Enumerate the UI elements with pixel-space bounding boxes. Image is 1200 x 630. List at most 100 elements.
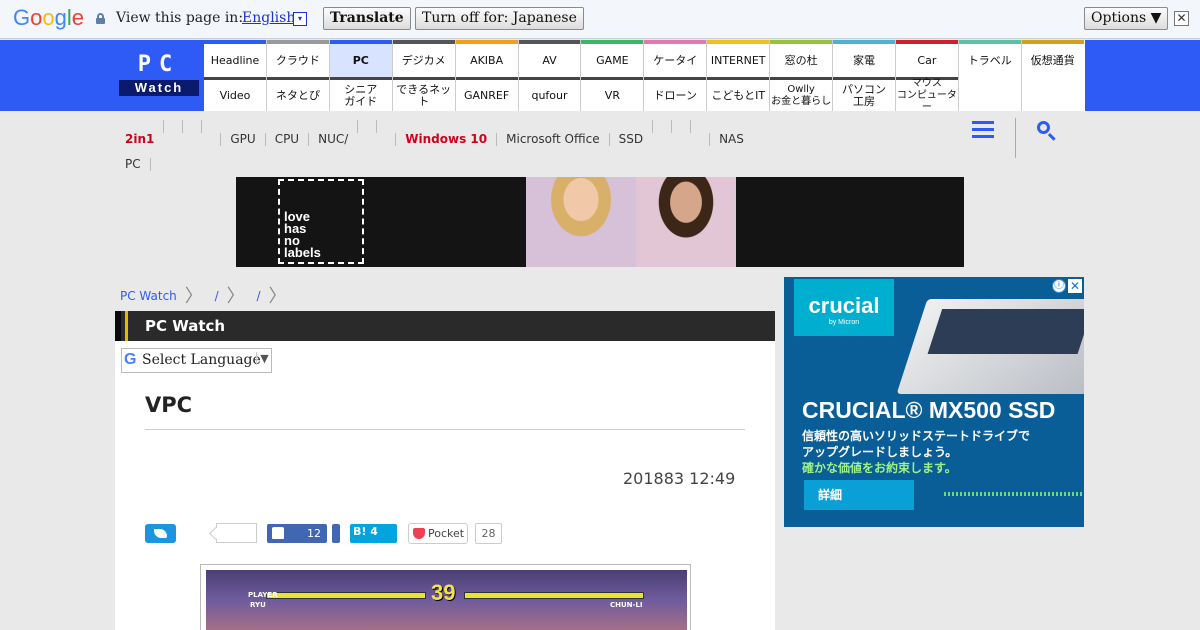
- facebook-like-button[interactable]: 12: [267, 524, 327, 543]
- logo-watch: Watch: [119, 80, 199, 96]
- topic-link[interactable]: PC: [125, 158, 151, 171]
- menu-icon[interactable]: [972, 121, 994, 139]
- nav-item[interactable]: シニア ガイド: [329, 77, 392, 111]
- ad-close-icon[interactable]: ✕: [1068, 279, 1082, 293]
- nav-item[interactable]: マウス コンピューター: [895, 77, 958, 113]
- nav-item[interactable]: 仮想通貨: [1021, 40, 1084, 77]
- google-logo: Google: [13, 5, 85, 30]
- nav-item[interactable]: GAME: [581, 40, 644, 77]
- twitter-share-button[interactable]: [145, 524, 176, 543]
- topic-link[interactable]: [671, 120, 690, 133]
- facebook-count: 12: [307, 527, 321, 540]
- nav-item[interactable]: Car: [895, 40, 958, 77]
- facebook-share-button[interactable]: [332, 524, 340, 543]
- topic-link[interactable]: Windows 10: [395, 133, 496, 146]
- topic-link[interactable]: GPU: [220, 133, 264, 146]
- p2-name: CHUN-LI: [610, 601, 643, 609]
- ad-line-1: 信頼性の高いソリッドステートドライブで: [802, 429, 1031, 443]
- topic-link[interactable]: [163, 120, 182, 133]
- round-timer: 39: [431, 580, 456, 605]
- nav-separator: [265, 40, 267, 111]
- pocket-button[interactable]: Pocket: [408, 523, 468, 544]
- game-screenshot: 39 PLAYER RYU CHUN-LI: [206, 570, 687, 630]
- topic-link[interactable]: [201, 120, 220, 133]
- language-dropdown-icon[interactable]: ▾: [293, 12, 307, 26]
- logo-pc: PC: [137, 52, 181, 77]
- topic-link[interactable]: [357, 120, 376, 133]
- site-logo[interactable]: PC Watch: [119, 52, 199, 96]
- nav-item[interactable]: できるネット: [392, 77, 455, 111]
- nav-item[interactable]: qufour: [518, 77, 581, 111]
- options-button[interactable]: Options ▼: [1084, 7, 1169, 30]
- nav-item[interactable]: VR: [581, 77, 644, 111]
- breadcrumb-link[interactable]: /: [257, 289, 261, 303]
- ad-decoration: [944, 492, 1084, 496]
- ssd-image: [896, 299, 1084, 394]
- article-date: 201883 12:49: [623, 469, 736, 488]
- translate-button[interactable]: Translate: [323, 7, 411, 30]
- lock-icon: [96, 13, 105, 24]
- nav-item[interactable]: クラウド: [266, 40, 329, 77]
- nav-item[interactable]: 窓の杜: [770, 40, 833, 77]
- section-title: PC Watch: [145, 317, 226, 335]
- nav-item[interactable]: パソコン 工房: [833, 77, 895, 111]
- nav-item[interactable]: AKIBA: [455, 40, 518, 77]
- topic-link[interactable]: [182, 120, 201, 133]
- nav-item[interactable]: ケータイ: [644, 40, 707, 77]
- topic-link[interactable]: SSD: [608, 133, 652, 146]
- nav-separator: [1020, 40, 1022, 111]
- nav-item[interactable]: PC: [329, 40, 392, 77]
- banner-child-image: [636, 177, 736, 267]
- nav-separator: [832, 40, 833, 111]
- topic-link[interactable]: CPU: [264, 133, 308, 146]
- nav-item[interactable]: Headline: [204, 40, 266, 77]
- nav-item[interactable]: Video: [204, 77, 266, 111]
- ad-line-3: 確かな価値をお約束します。: [802, 461, 957, 475]
- ad-details-button[interactable]: 詳細: [804, 480, 914, 510]
- topic-link[interactable]: Microsoft Office: [496, 133, 608, 146]
- ad-line-2: アップグレードしましょう。: [802, 445, 958, 459]
- nav-separator: [454, 40, 456, 111]
- nav-separator: [328, 40, 330, 111]
- p1-name: RYU: [250, 601, 266, 609]
- nav-item[interactable]: トラベル: [958, 40, 1021, 77]
- turn-off-button[interactable]: Turn off for: Japanese: [415, 7, 584, 30]
- nav-item[interactable]: 家電: [833, 40, 895, 77]
- nav-item[interactable]: こどもとIT: [707, 77, 770, 111]
- topic-link[interactable]: NUC/: [308, 133, 357, 146]
- translate-bar: Google View this page in: English ▾ Tran…: [0, 0, 1200, 39]
- p2-health-bar: [464, 592, 644, 599]
- hatena-bookmark-button[interactable]: B! 4: [350, 524, 397, 543]
- banner-ad[interactable]: love has no labels: [236, 177, 964, 267]
- translate-language-link[interactable]: English: [242, 10, 295, 26]
- article: PC Watch G Select Language ▼ VPC 201883 …: [115, 311, 775, 630]
- select-language-label: Select Language: [142, 352, 261, 368]
- close-icon[interactable]: ✕: [1174, 11, 1189, 26]
- nav-item[interactable]: ネタとぴ: [266, 77, 329, 111]
- topic-link[interactable]: [376, 120, 395, 133]
- topic-link[interactable]: NAS: [709, 133, 753, 146]
- breadcrumb-link[interactable]: PC Watch: [120, 289, 177, 303]
- breadcrumb-link[interactable]: /: [215, 289, 219, 303]
- nav-item[interactable]: GANREF: [455, 77, 518, 111]
- chevron-right-icon: 〉: [268, 286, 287, 307]
- tweet-count: [216, 523, 257, 543]
- nav-item[interactable]: AV: [518, 40, 581, 77]
- ad-info-icon[interactable]: ⓘ: [1052, 279, 1066, 293]
- hatena-count: 4: [370, 525, 378, 538]
- nav-separator: [957, 40, 959, 111]
- nav-item[interactable]: ドローン: [644, 77, 707, 111]
- nav-item[interactable]: INTERNET: [707, 40, 770, 77]
- nav-item[interactable]: Owlly お金と暮らし: [770, 77, 833, 111]
- topic-link[interactable]: [652, 120, 671, 133]
- player-tag: PLAYER: [248, 591, 278, 599]
- topic-link[interactable]: [690, 120, 709, 133]
- sidebar-ad[interactable]: ⓘ ✕ crucial by Micron CRUCIAL® MX500 SSD…: [784, 277, 1084, 527]
- nav-item[interactable]: デジカメ: [392, 40, 455, 77]
- chevron-right-icon: 〉: [226, 286, 245, 307]
- select-language-dropdown[interactable]: G Select Language ▼: [121, 348, 272, 373]
- hatena-label: B!: [353, 525, 367, 538]
- search-icon[interactable]: [1036, 120, 1060, 144]
- topic-link[interactable]: 2in1: [125, 133, 163, 146]
- article-image[interactable]: 39 PLAYER RYU CHUN-LI: [200, 564, 691, 630]
